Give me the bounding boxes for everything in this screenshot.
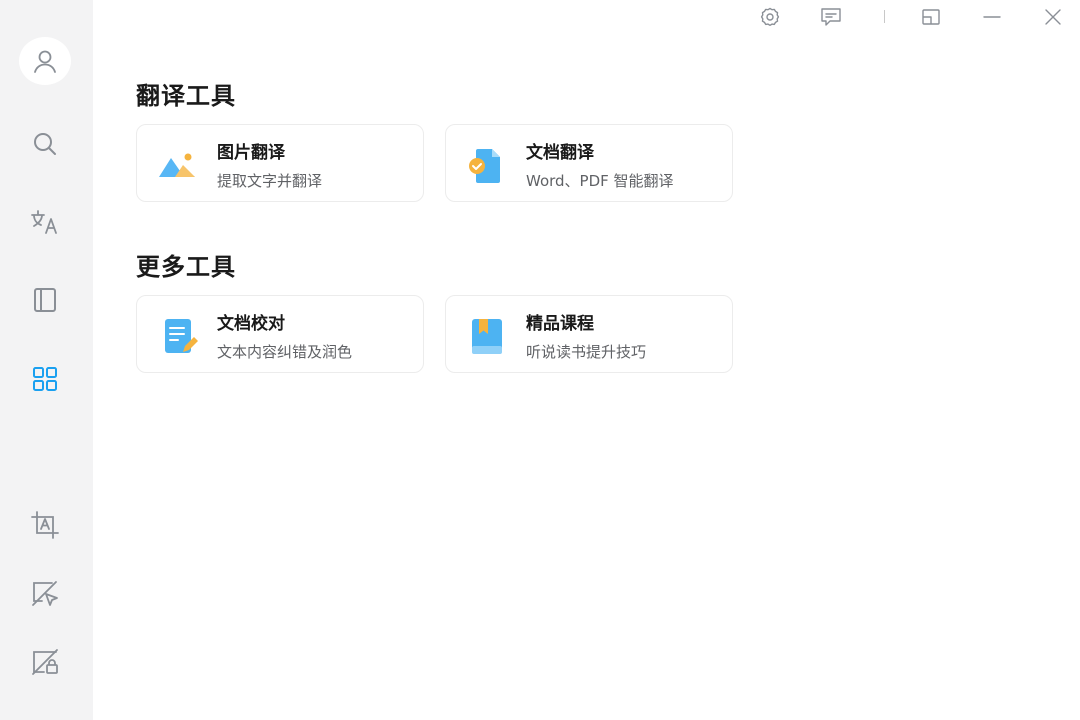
section-title-more-tools: 更多工具 <box>136 253 236 281</box>
window-controls-divider <box>884 10 885 23</box>
sidebar-item-pointer-translate[interactable] <box>24 573 66 615</box>
card-title: 精品课程 <box>526 314 594 334</box>
course-card[interactable]: 精品课程 听说读书提升技巧 <box>445 295 733 373</box>
close-icon <box>1045 9 1061 25</box>
sidebar <box>0 0 93 720</box>
sidebar-item-translate[interactable] <box>24 201 66 243</box>
close-button[interactable] <box>1039 4 1067 30</box>
card-title: 图片翻译 <box>217 143 285 163</box>
restore-button[interactable] <box>917 4 945 30</box>
minimize-icon <box>983 16 1001 18</box>
card-subtitle: Word、PDF 智能翻译 <box>526 172 674 190</box>
user-icon <box>34 50 56 73</box>
document-translate-card[interactable]: 文档翻译 Word、PDF 智能翻译 <box>445 124 733 202</box>
minimize-button[interactable] <box>978 4 1006 30</box>
settings-button[interactable] <box>756 4 784 30</box>
document-proofread-card[interactable]: 文档校对 文本内容纠错及润色 <box>136 295 424 373</box>
course-icon <box>466 316 508 358</box>
feedback-icon <box>821 8 841 26</box>
document-translate-icon <box>466 145 508 187</box>
translate-icon <box>31 210 57 234</box>
card-title: 文档校对 <box>217 314 285 334</box>
card-title: 文档翻译 <box>526 143 594 163</box>
card-subtitle: 文本内容纠错及润色 <box>217 343 353 361</box>
restore-icon <box>922 9 940 25</box>
grid-icon <box>33 367 57 391</box>
screenshot-translate-icon <box>31 511 59 539</box>
feedback-button[interactable] <box>817 4 845 30</box>
book-icon <box>34 288 56 312</box>
card-subtitle: 提取文字并翻译 <box>217 172 323 190</box>
sidebar-item-search[interactable] <box>24 123 66 165</box>
image-edit-icon <box>32 649 58 675</box>
app-window: 翻译工具 图片翻译 提取文字并翻译 文档翻译 Word、PDF 智能翻译 更多工… <box>0 0 1080 720</box>
avatar[interactable] <box>19 37 71 85</box>
card-subtitle: 听说读书提升技巧 <box>526 343 647 361</box>
sidebar-item-image-edit[interactable] <box>24 641 66 683</box>
document-proofread-icon <box>157 316 199 358</box>
pointer-translate-icon <box>32 581 58 606</box>
sidebar-item-tools[interactable] <box>24 358 66 400</box>
search-icon <box>34 133 56 155</box>
settings-icon <box>760 7 780 26</box>
sidebar-item-notebook[interactable] <box>24 279 66 321</box>
image-translate-card[interactable]: 图片翻译 提取文字并翻译 <box>136 124 424 202</box>
sidebar-item-screenshot-translate[interactable] <box>24 504 66 546</box>
section-title-translate-tools: 翻译工具 <box>136 82 236 110</box>
image-translate-icon <box>157 145 199 187</box>
